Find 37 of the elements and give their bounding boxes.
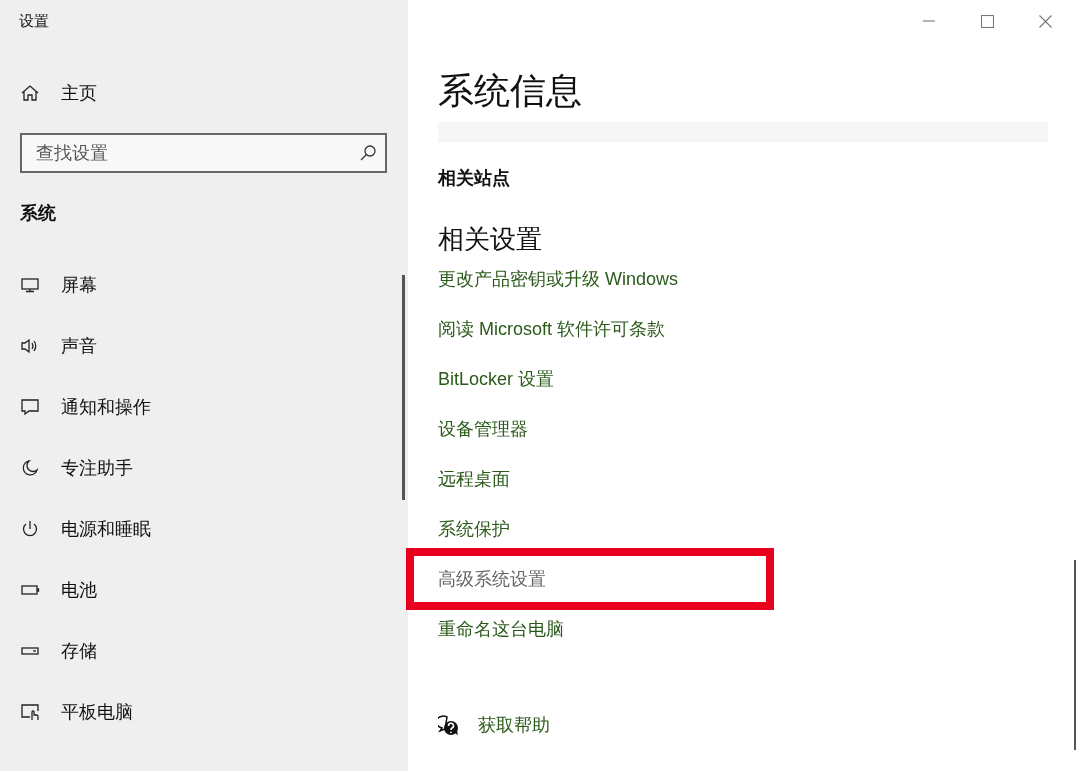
scrollbar-thumb[interactable] [402,275,405,500]
page-title: 系统信息 [438,69,583,113]
settings-link[interactable]: 远程桌面 [438,465,510,493]
minimize-icon [923,20,935,22]
home-nav-item[interactable]: 主页 [20,80,101,106]
maximize-icon [980,14,994,28]
sidebar-nav-item[interactable]: 屏幕 [20,272,155,298]
search-icon [359,144,377,162]
settings-link[interactable]: 高级系统设置 [438,565,546,593]
section-heading: 相关站点 [438,167,510,190]
scrollbar-thumb[interactable] [1074,560,1076,750]
sidebar-nav-item[interactable]: 专注助手 [20,455,155,481]
window-title: 设置 [19,11,49,31]
tablet-touch-icon [20,702,40,722]
sidebar-nav-item[interactable]: 平板电脑 [20,699,155,725]
section-heading: 相关设置 [438,223,542,256]
settings-link[interactable]: 设备管理器 [438,415,528,443]
message-icon [20,397,40,417]
sidebar-nav-item[interactable]: 电源和睡眠 [20,516,155,542]
moon-icon [20,458,40,478]
settings-link[interactable]: 阅读 Microsoft 软件许可条款 [438,315,665,343]
settings-link[interactable]: 系统保护 [438,515,510,543]
settings-link[interactable]: 更改产品密钥或升级 Windows [438,265,679,293]
close-icon [1038,14,1052,28]
settings-link[interactable]: 重命名这台电脑 [438,615,564,643]
section-heading: 系统 [20,202,56,225]
sidebar-nav-item[interactable]: 声音 [20,333,155,359]
power-icon [20,519,40,539]
help-chat-icon [438,714,460,737]
sidebar-nav-item[interactable]: 通知和操作 [20,394,155,420]
settings-link[interactable]: BitLocker 设置 [438,365,555,393]
sidebar-nav-item[interactable]: 电池 [20,577,155,603]
help-link[interactable]: 获取帮助 [478,712,550,739]
sidebar-nav-item[interactable]: 存储 [20,638,155,664]
monitor-icon [20,275,40,295]
search-field[interactable]: 查找设置 [20,133,387,173]
home-icon [20,83,40,103]
